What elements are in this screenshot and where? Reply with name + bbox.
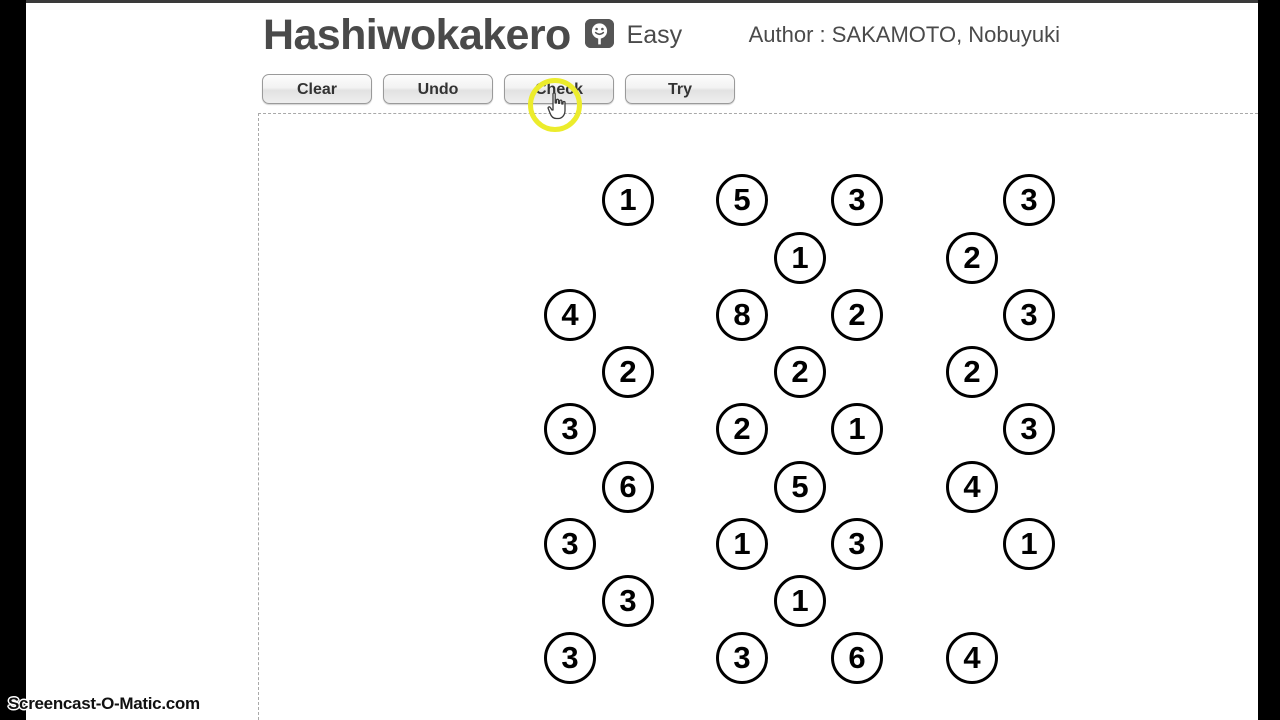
undo-button[interactable]: Undo [383,74,493,104]
island-node[interactable]: 1 [1003,518,1055,570]
island-node[interactable]: 2 [946,232,998,284]
island-node[interactable]: 6 [602,461,654,513]
island-node[interactable]: 3 [831,518,883,570]
island-node[interactable]: 1 [831,403,883,455]
island-node[interactable]: 3 [1003,174,1055,226]
island-node[interactable]: 5 [716,174,768,226]
difficulty-label: Easy [626,21,683,49]
island-node[interactable]: 3 [544,632,596,684]
island-node[interactable]: 3 [831,174,883,226]
page-title: Hashiwokakero [263,11,571,59]
try-button[interactable]: Try [625,74,735,104]
puzzle-board[interactable]: 153312482322232136543131313364 [258,113,1258,720]
top-divider [26,0,1258,3]
island-node[interactable]: 2 [946,346,998,398]
puzzle-face-icon [585,19,615,48]
island-node[interactable]: 4 [946,632,998,684]
check-button[interactable]: Check [504,74,614,104]
island-node[interactable]: 1 [716,518,768,570]
page-header: Hashiwokakero Easy Author : SAKAMOTO, No… [263,10,1253,66]
clear-button[interactable]: Clear [262,74,372,104]
island-node[interactable]: 1 [602,174,654,226]
toolbar: Clear Undo Check Try [262,74,746,104]
island-node[interactable]: 2 [602,346,654,398]
island-node[interactable]: 4 [946,461,998,513]
island-node[interactable]: 4 [544,289,596,341]
island-node[interactable]: 6 [831,632,883,684]
island-node[interactable]: 3 [602,575,654,627]
island-node[interactable]: 2 [831,289,883,341]
island-node[interactable]: 8 [716,289,768,341]
island-node[interactable]: 3 [544,403,596,455]
island-node[interactable]: 1 [774,575,826,627]
screen-recording-frame: Hashiwokakero Easy Author : SAKAMOTO, No… [0,0,1280,720]
island-node[interactable]: 5 [774,461,826,513]
island-node[interactable]: 3 [1003,403,1055,455]
browser-page: Hashiwokakero Easy Author : SAKAMOTO, No… [26,0,1258,720]
island-node[interactable]: 3 [716,632,768,684]
island-node[interactable]: 2 [716,403,768,455]
author-label: Author : SAKAMOTO, Nobuyuki [748,22,1061,47]
island-node[interactable]: 3 [1003,289,1055,341]
island-node[interactable]: 3 [544,518,596,570]
screencast-watermark: Screencast-O-Matic.com [8,694,200,713]
island-node[interactable]: 1 [774,232,826,284]
island-node[interactable]: 2 [774,346,826,398]
